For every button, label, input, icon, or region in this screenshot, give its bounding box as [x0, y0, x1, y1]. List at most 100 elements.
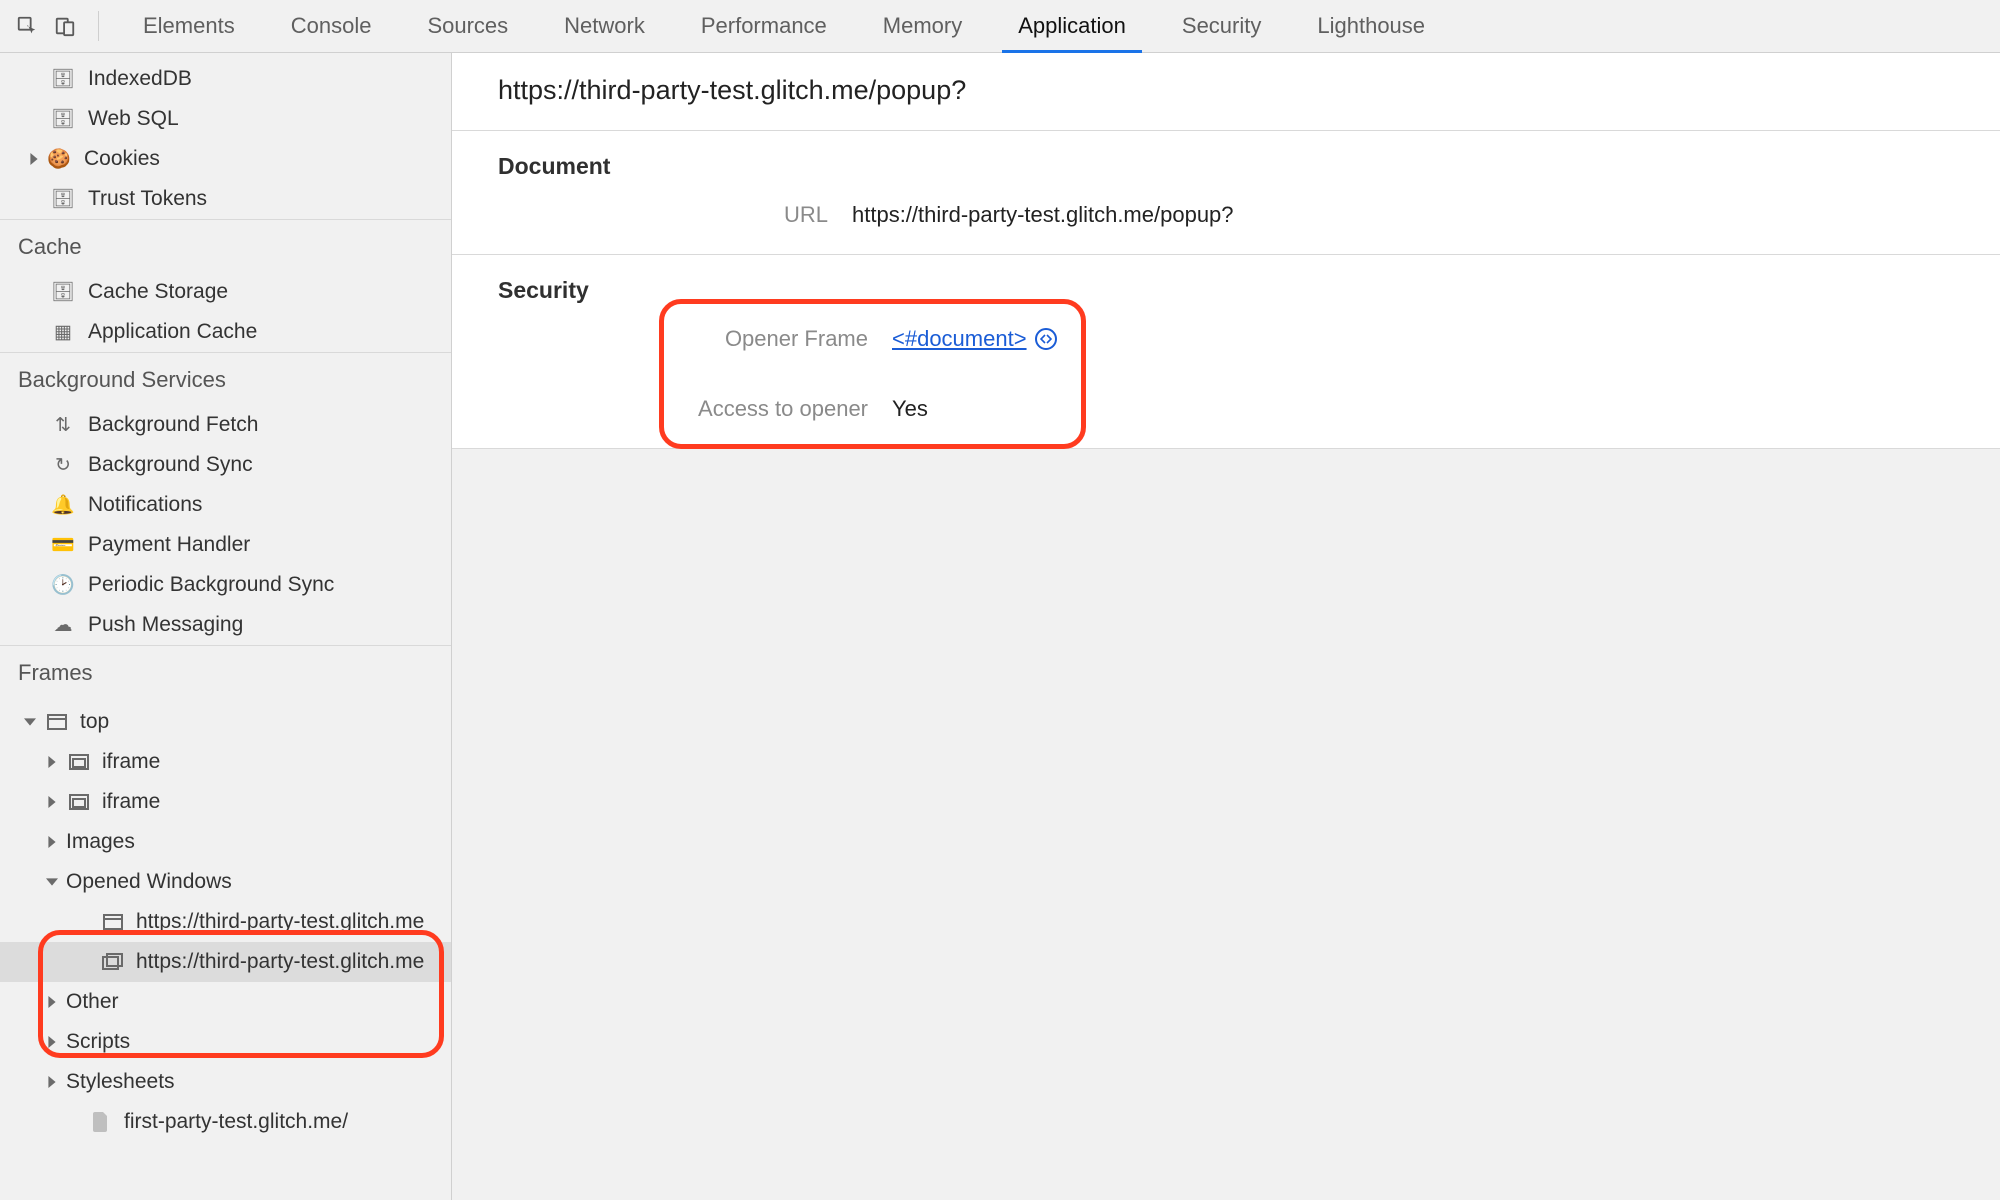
tab-security[interactable]: Security — [1154, 0, 1289, 52]
sidebar-section-cache: Cache — [0, 219, 451, 272]
sidebar-item-cache-storage[interactable]: 🗄 Cache Storage — [0, 272, 451, 312]
sidebar-item-label: Notifications — [88, 493, 202, 517]
sidebar-item-bg-sync[interactable]: ↻ Background Sync — [0, 445, 451, 485]
chevron-right-icon — [44, 794, 60, 810]
card-icon: 💳 — [50, 536, 76, 555]
sidebar-item-label: IndexedDB — [88, 67, 192, 91]
sidebar-item-label: Push Messaging — [88, 613, 243, 637]
field-label-url: URL — [498, 202, 828, 228]
chevron-right-icon — [44, 754, 60, 770]
opened-window-item[interactable]: https://third-party-test.glitch.me — [0, 902, 451, 942]
frame-node-images[interactable]: Images — [0, 822, 451, 862]
tree-label: iframe — [102, 750, 160, 774]
sidebar-item-label: Web SQL — [88, 107, 179, 131]
frames-tree: top iframe iframe Images — [0, 698, 451, 1162]
frame-node-iframe[interactable]: iframe — [0, 782, 451, 822]
windows-stack-icon — [100, 953, 126, 971]
field-value-url: https://third-party-test.glitch.me/popup… — [852, 202, 2000, 228]
cookie-icon: 🍪 — [46, 150, 72, 169]
sidebar-item-app-cache[interactable]: ▦ Application Cache — [0, 312, 451, 352]
chevron-right-icon — [44, 994, 60, 1010]
field-label-opener: Opener Frame — [498, 326, 868, 352]
grid-icon: ▦ — [50, 323, 76, 342]
tree-label: https://third-party-test.glitch.me — [136, 950, 424, 974]
sidebar-item-trust-tokens[interactable]: 🗄 Trust Tokens — [0, 179, 451, 219]
tree-label: Stylesheets — [66, 1070, 175, 1094]
reveal-in-elements-icon[interactable] — [1035, 328, 1057, 350]
sidebar-item-label: Trust Tokens — [88, 187, 207, 211]
panel-tabs: Elements Console Sources Network Perform… — [115, 0, 1453, 52]
sidebar-section-background: Background Services — [0, 352, 451, 405]
chevron-down-icon — [22, 714, 38, 730]
tree-label: Other — [66, 990, 119, 1014]
tree-label: https://third-party-test.glitch.me — [136, 910, 424, 934]
workspace: 🗄 IndexedDB 🗄 Web SQL 🍪 Cookies 🗄 Trust … — [0, 53, 2000, 1200]
sidebar-item-indexeddb[interactable]: 🗄 IndexedDB — [0, 59, 451, 99]
sidebar-item-cookies[interactable]: 🍪 Cookies — [0, 139, 451, 179]
sidebar-item-label: Background Fetch — [88, 413, 258, 437]
tab-network[interactable]: Network — [536, 0, 673, 52]
database-icon: 🗄 — [50, 283, 76, 302]
sidebar-section-frames: Frames — [0, 645, 451, 698]
tab-console[interactable]: Console — [263, 0, 400, 52]
section-heading: Document — [498, 153, 2000, 180]
tab-lighthouse[interactable]: Lighthouse — [1289, 0, 1453, 52]
tab-memory[interactable]: Memory — [855, 0, 990, 52]
sync-icon: ↻ — [50, 456, 76, 475]
window-icon — [100, 914, 126, 930]
opener-frame-link[interactable]: <#document> — [892, 326, 1027, 352]
opened-window-item[interactable]: https://third-party-test.glitch.me — [0, 942, 451, 982]
inspect-element-icon[interactable] — [10, 9, 44, 43]
window-icon — [44, 714, 70, 730]
tab-performance[interactable]: Performance — [673, 0, 855, 52]
frame-node-iframe[interactable]: iframe — [0, 742, 451, 782]
frame-node-other[interactable]: Other — [0, 982, 451, 1022]
devtools-tabstrip: Elements Console Sources Network Perform… — [0, 0, 2000, 53]
sidebar-item-notifications[interactable]: 🔔 Notifications — [0, 485, 451, 525]
sidebar-item-label: Cookies — [84, 147, 160, 171]
tree-label: Opened Windows — [66, 870, 232, 894]
frame-leaf-stylesheet[interactable]: first-party-test.glitch.me/ — [0, 1102, 451, 1142]
sidebar-item-periodic-sync[interactable]: 🕑 Periodic Background Sync — [0, 565, 451, 605]
tab-elements[interactable]: Elements — [115, 0, 263, 52]
frame-node-top[interactable]: top — [0, 702, 451, 742]
document-section: Document URL https://third-party-test.gl… — [452, 131, 2000, 255]
frame-details-panel: https://third-party-test.glitch.me/popup… — [452, 53, 2000, 1200]
iframe-icon — [66, 754, 92, 770]
frame-node-scripts[interactable]: Scripts — [0, 1022, 451, 1062]
sidebar-item-label: Background Sync — [88, 453, 253, 477]
tree-label: Images — [66, 830, 135, 854]
chevron-right-icon — [44, 1034, 60, 1050]
sidebar-item-websql[interactable]: 🗄 Web SQL — [0, 99, 451, 139]
sidebar-item-payment-handler[interactable]: 💳 Payment Handler — [0, 525, 451, 565]
transfer-icon: ⇅ — [50, 416, 76, 435]
sidebar-item-label: Cache Storage — [88, 280, 228, 304]
database-icon: 🗄 — [50, 110, 76, 129]
security-section: Security Opener Frame <#document> Access… — [452, 255, 2000, 449]
tree-label: Scripts — [66, 1030, 130, 1054]
chevron-right-icon — [26, 151, 42, 167]
tree-label: first-party-test.glitch.me/ — [124, 1110, 348, 1134]
file-icon — [88, 1112, 114, 1132]
chevron-right-icon — [44, 834, 60, 850]
sidebar-item-bg-fetch[interactable]: ⇅ Background Fetch — [0, 405, 451, 445]
field-value-access: Yes — [892, 396, 2000, 422]
frame-node-opened-windows[interactable]: Opened Windows — [0, 862, 451, 902]
sidebar-item-push-messaging[interactable]: ☁ Push Messaging — [0, 605, 451, 645]
tree-label: iframe — [102, 790, 160, 814]
application-sidebar: 🗄 IndexedDB 🗄 Web SQL 🍪 Cookies 🗄 Trust … — [0, 53, 452, 1200]
bell-icon: 🔔 — [50, 496, 76, 515]
frame-node-stylesheets[interactable]: Stylesheets — [0, 1062, 451, 1102]
database-icon: 🗄 — [50, 70, 76, 89]
chevron-right-icon — [44, 1074, 60, 1090]
cloud-icon: ☁ — [50, 616, 76, 635]
sidebar-item-label: Application Cache — [88, 320, 257, 344]
sidebar-item-label: Payment Handler — [88, 533, 250, 557]
chevron-down-icon — [44, 874, 60, 890]
toolbar-divider — [98, 11, 99, 41]
tab-sources[interactable]: Sources — [399, 0, 536, 52]
clock-icon: 🕑 — [50, 576, 76, 595]
tab-application[interactable]: Application — [990, 0, 1154, 52]
iframe-icon — [66, 794, 92, 810]
device-toolbar-icon[interactable] — [48, 9, 82, 43]
